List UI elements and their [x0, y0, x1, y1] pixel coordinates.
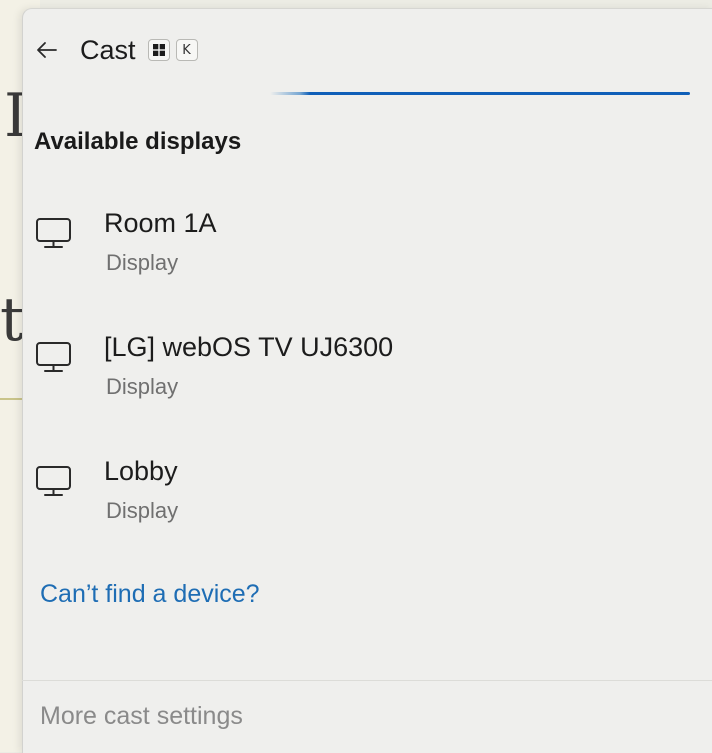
windows-logo-icon: [152, 44, 165, 56]
searching-progress-bar: [270, 92, 690, 95]
cant-find-device-link[interactable]: Can’t find a device?: [40, 580, 260, 609]
cast-header: Cast K: [34, 30, 204, 70]
device-item-room-1a[interactable]: Room 1A Display: [34, 208, 654, 288]
windows-key-badge: [147, 39, 170, 61]
device-name: Lobby: [104, 456, 178, 486]
device-item-lg-webos-tv[interactable]: [LG] webOS TV UJ6300 Display: [34, 332, 654, 412]
more-cast-settings-link[interactable]: More cast settings: [40, 702, 243, 731]
device-name: [LG] webOS TV UJ6300: [104, 332, 394, 362]
device-type: Display: [106, 498, 179, 523]
device-item-lobby[interactable]: Lobby Display: [34, 456, 654, 536]
k-key-badge: K: [175, 39, 198, 61]
arrow-left-icon: [37, 42, 57, 58]
available-displays-heading: Available displays: [34, 128, 242, 155]
device-type: Display: [106, 374, 179, 399]
monitor-icon: [36, 466, 71, 496]
monitor-icon: [36, 218, 71, 248]
monitor-icon: [36, 342, 71, 372]
footer-divider: [22, 680, 712, 681]
device-type: Display: [106, 250, 179, 275]
device-name: Room 1A: [104, 208, 217, 238]
background-glyph-2: t: [0, 285, 25, 355]
page-title: Cast: [80, 34, 136, 65]
back-button[interactable]: [34, 37, 60, 63]
